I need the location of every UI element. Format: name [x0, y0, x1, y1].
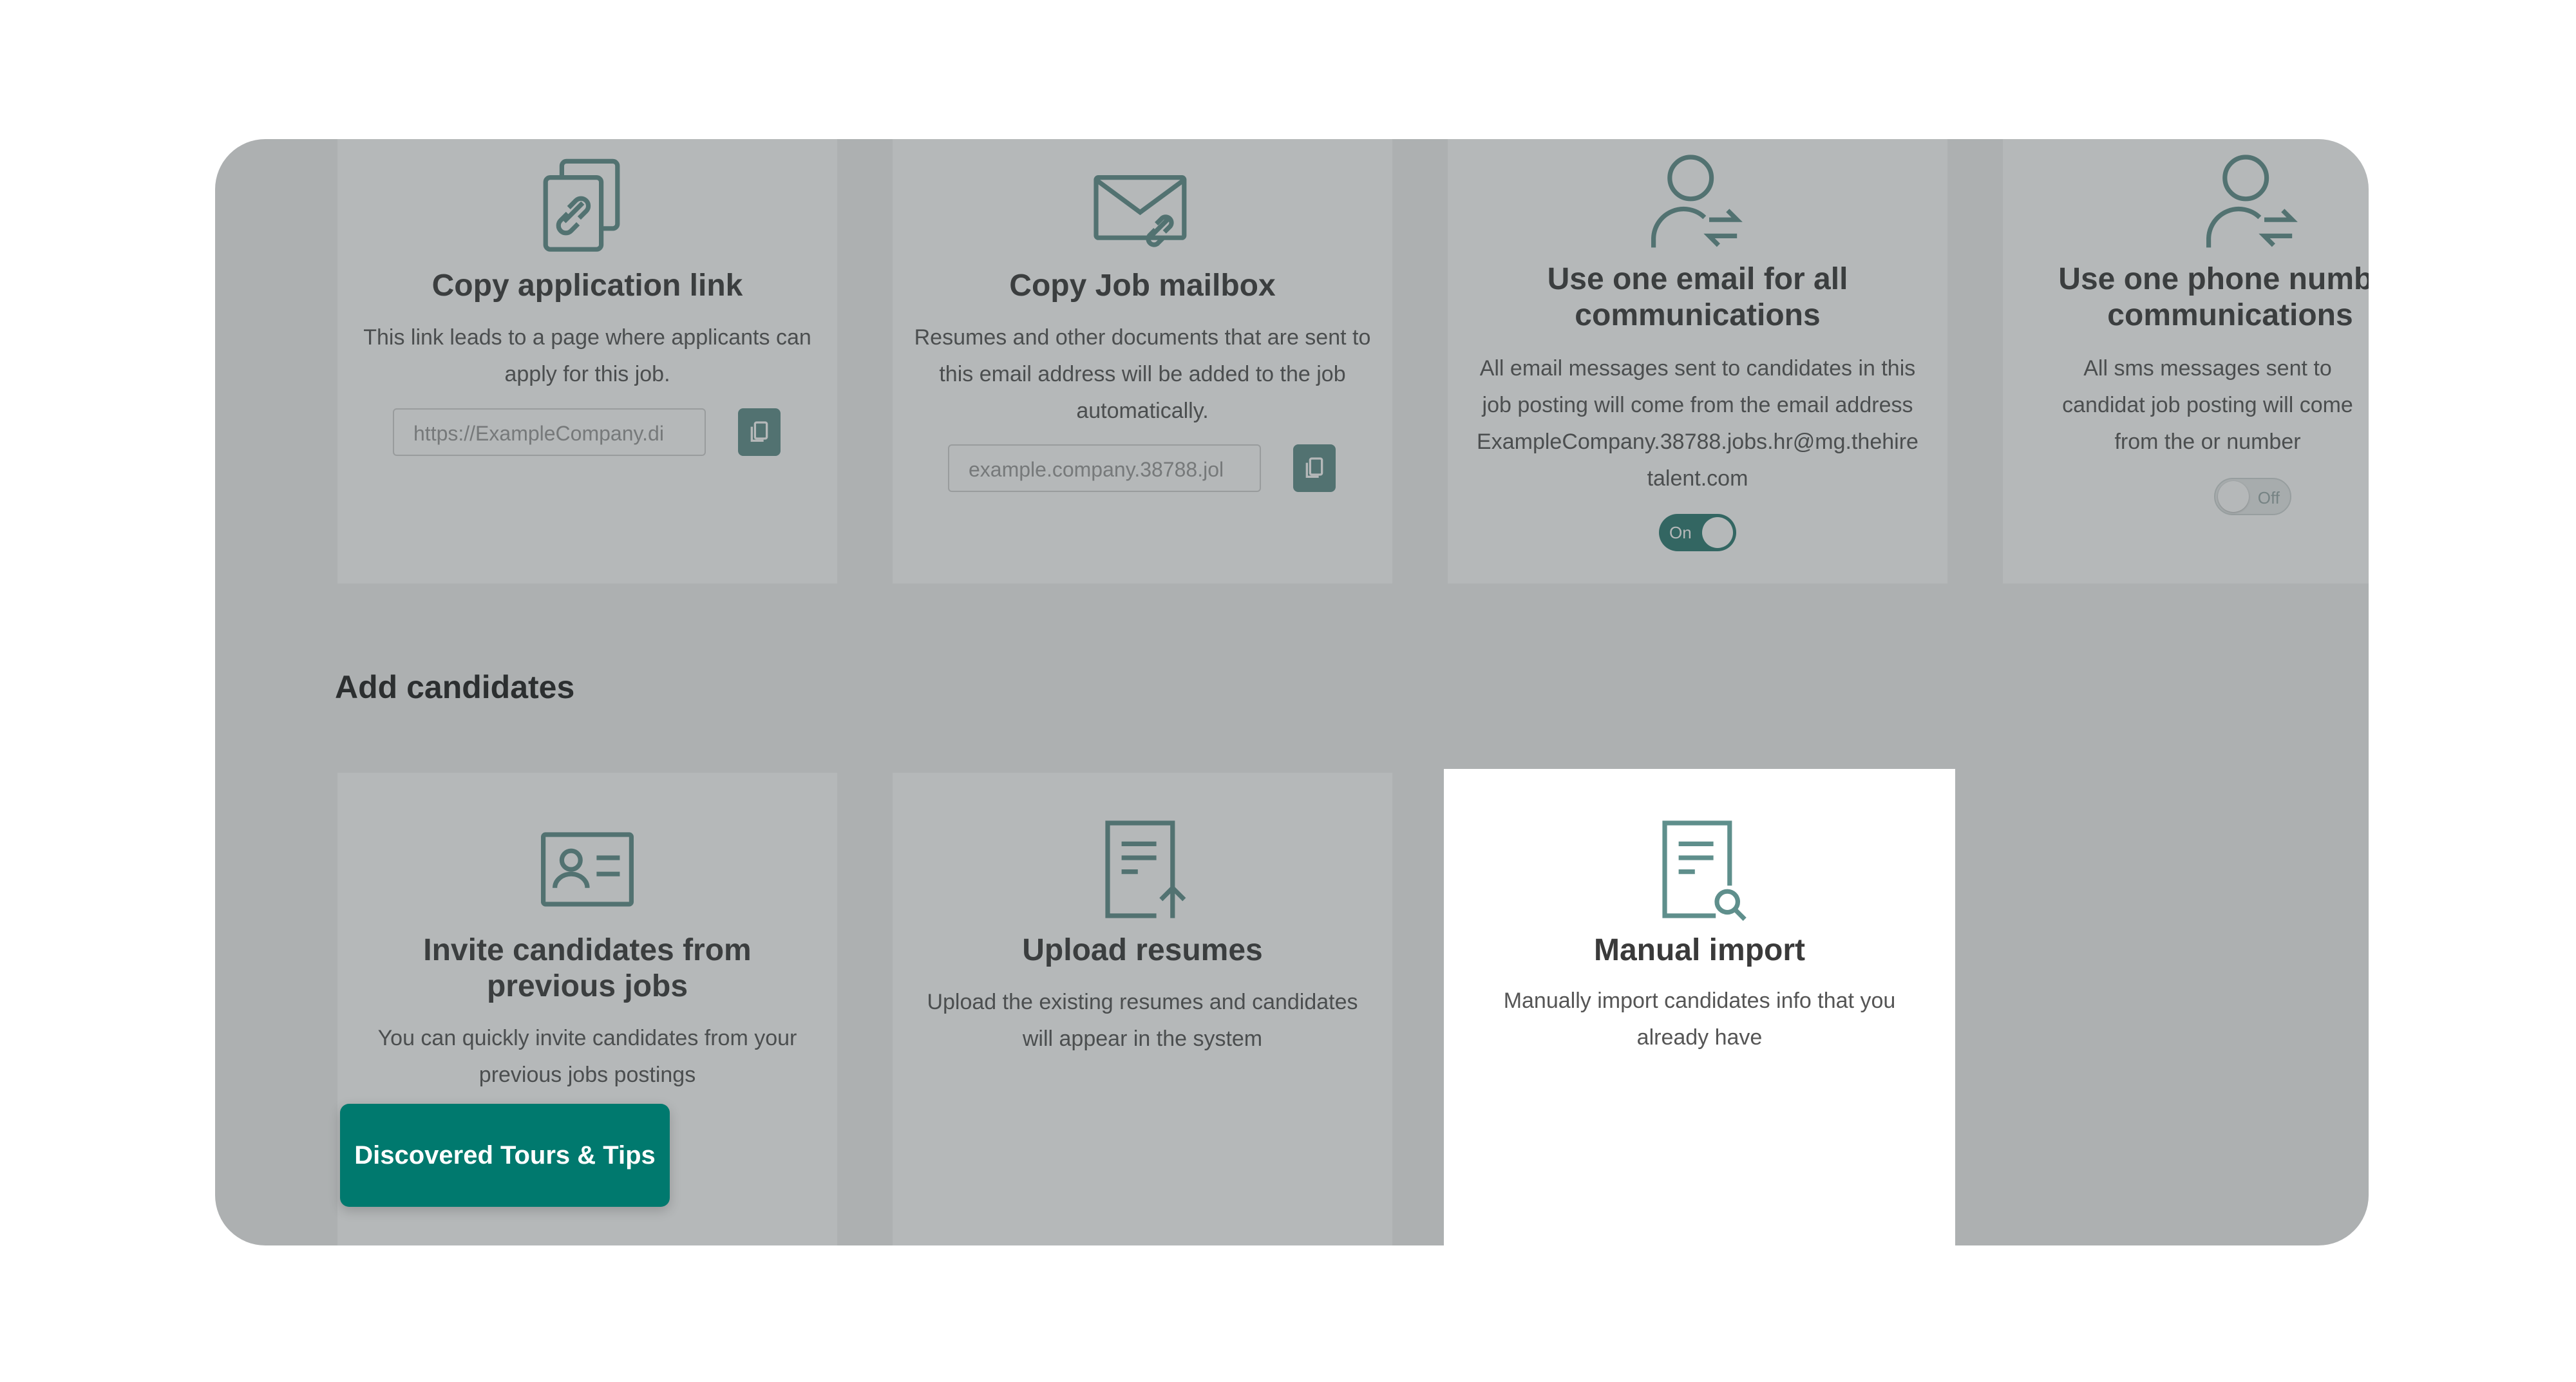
copy-application-link-card: Copy application link This link leads to… — [337, 139, 837, 583]
card-description: Resumes and other documents that are sen… — [914, 325, 1371, 423]
copy-link-icon — [529, 152, 645, 268]
card-title: Invite candidates from previous jobs — [423, 933, 752, 1003]
upload-document-icon — [1084, 811, 1200, 927]
toggle-label: Off — [2257, 488, 2280, 507]
card-description: All email messages sent to candidates in… — [1477, 356, 1918, 491]
card-description: All sms messages sent to candidat job po… — [2062, 356, 2353, 454]
copy-icon — [750, 421, 768, 442]
discovered-tours-tips-button[interactable]: Discovered Tours & Tips — [340, 1104, 670, 1207]
copy-job-mailbox-card: Copy Job mailbox Resumes and other docum… — [893, 139, 1392, 583]
card-title: Copy application link — [431, 269, 743, 303]
user-exchange-icon — [1640, 146, 1756, 261]
one-email-toggle[interactable]: On — [1659, 514, 1736, 551]
one-email-card: Use one email for all communications All… — [1448, 139, 1947, 583]
copy-mailbox-button[interactable] — [1293, 444, 1336, 492]
mailbox-link-icon — [1084, 152, 1200, 268]
upload-resumes-card[interactable]: Upload resumes Upload the existing resum… — [893, 773, 1392, 1245]
job-mailbox-input[interactable]: example.company.38788.jol — [948, 444, 1261, 492]
application-link-input[interactable]: https://ExampleCompany.di — [393, 408, 706, 456]
document-search-icon — [1642, 811, 1757, 927]
card-title: Manual import — [1593, 933, 1805, 967]
card-description: You can quickly invite candidates from y… — [377, 1026, 797, 1087]
card-title: Use one phone number communications — [2058, 262, 2369, 332]
card-description: This link leads to a page where applican… — [363, 325, 811, 386]
manual-import-card[interactable]: Manual import Manually import candidates… — [1445, 770, 1954, 1245]
toggle-knob — [1702, 517, 1733, 548]
card-title: Upload resumes — [1022, 933, 1263, 967]
one-phone-toggle[interactable]: Off — [2214, 478, 2291, 515]
copy-icon — [1305, 457, 1323, 478]
card-description: Upload the existing resumes and candidat… — [927, 990, 1358, 1051]
card-title: Use one email for all communications — [1547, 262, 1848, 332]
copy-link-button[interactable] — [738, 408, 781, 456]
app-frame: Copy application link This link leads to… — [215, 139, 2369, 1245]
contact-card-icon — [529, 811, 645, 927]
toggle-label: On — [1669, 523, 1692, 542]
one-phone-card: Use one phone number communications All … — [2003, 139, 2369, 583]
toggle-knob — [2218, 481, 2249, 512]
card-title: Copy Job mailbox — [1009, 269, 1276, 303]
add-candidates-heading: Add candidates — [335, 669, 575, 705]
card-description: Manually import candidates info that you… — [1503, 989, 1896, 1050]
user-exchange-icon — [2195, 146, 2311, 261]
